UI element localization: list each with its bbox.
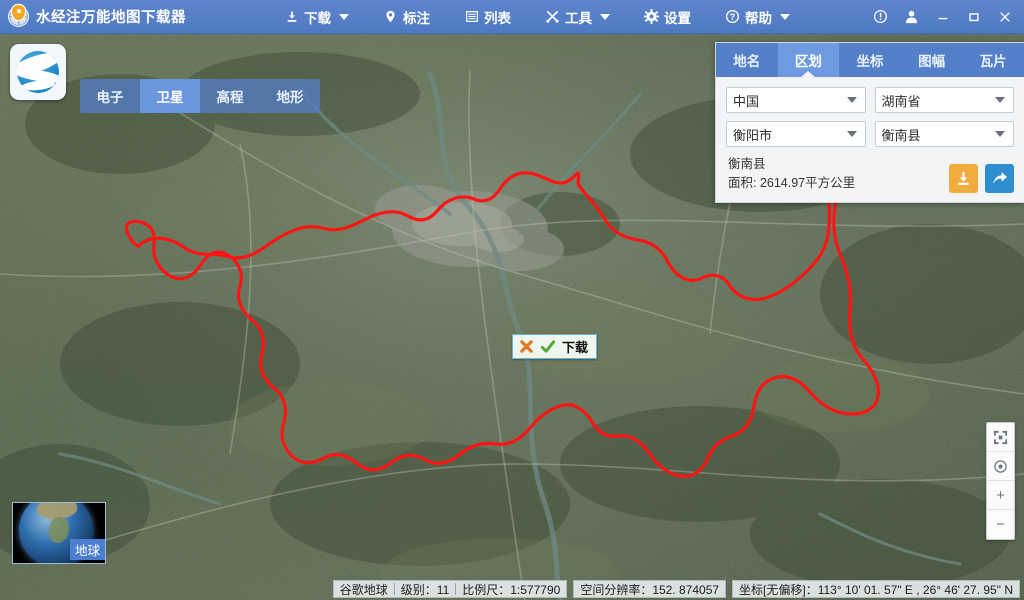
status-resolution-group: 空间分辨率：152. 874057 [573, 580, 727, 598]
region-download-button[interactable] [949, 164, 978, 193]
list-icon [464, 9, 479, 24]
chevron-down-icon [846, 131, 857, 137]
map-controls[interactable]: + − [986, 422, 1015, 540]
province-select[interactable]: 湖南省 [874, 87, 1014, 113]
zoom-in-icon[interactable]: + [987, 481, 1014, 510]
layer-tab-terrain[interactable]: 地形 [260, 79, 320, 113]
layer-tab-satellite[interactable]: 卫星 [140, 79, 200, 113]
region-info-text: 衡南县 面积: 2614.97平方公里 [726, 155, 855, 193]
status-source-group: 谷歌地球 级别：11 比例尺：1:577790 [332, 580, 568, 598]
application-window: 电子 卫星 高程 地形 下载 地球 + − 地名 区划 坐标 图幅 瓦片 中国 … [0, 0, 1024, 600]
status-coordinates: 坐标[无偏移]：113° 10' 01. 57" E , 26° 46' 27.… [739, 582, 1013, 597]
gear-icon [644, 9, 659, 24]
status-source: 谷歌地球 [339, 582, 388, 597]
county-select-value: 衡南县 [881, 127, 921, 143]
minimize-button[interactable] [927, 2, 958, 32]
chevron-down-icon [995, 131, 1005, 137]
status-level: 级别：11 [400, 582, 450, 597]
zoom-out-icon[interactable]: − [987, 510, 1014, 539]
menu-list[interactable]: 列表 [460, 4, 515, 30]
locate-target-icon[interactable] [987, 452, 1014, 481]
region-area: 面积: 2614.97平方公里 [728, 176, 856, 190]
region-select-row-1: 中国 湖南省 [726, 87, 1014, 113]
county-select[interactable]: 衡南县 [874, 121, 1014, 147]
menu-annotation[interactable]: 标注 [379, 4, 434, 30]
region-panel-tabs[interactable]: 地名 区划 坐标 图幅 瓦片 [716, 43, 1024, 77]
menu-download-label: 下载 [304, 10, 331, 26]
region-panel-body: 中国 湖南省 衡阳市 衡南县 衡南县 面积: 2614.97平方公里 [716, 77, 1024, 202]
city-select-value: 衡阳市 [733, 127, 773, 143]
chevron-down-icon [846, 97, 857, 103]
menu-annotation-label: 标注 [403, 10, 430, 26]
user-account-button[interactable] [896, 2, 927, 32]
cancel-cross-icon[interactable] [519, 339, 534, 354]
city-select[interactable]: 衡阳市 [726, 121, 866, 147]
panel-tab-district[interactable]: 区划 [777, 43, 840, 77]
status-resolution: 空间分辨率：152. 874057 [580, 582, 720, 597]
download-confirm-popup[interactable]: 下载 [512, 334, 598, 359]
menu-tools-label: 工具 [565, 10, 592, 26]
province-select-value: 湖南省 [881, 93, 921, 109]
menu-settings[interactable]: 设置 [640, 4, 695, 30]
layer-tab-electronic[interactable]: 电子 [80, 79, 140, 113]
download-popup-label: 下载 [562, 340, 589, 355]
layer-tab-elevation[interactable]: 高程 [200, 79, 260, 113]
menu-help[interactable]: ? 帮助 [721, 4, 794, 30]
fit-extent-icon[interactable] [987, 423, 1014, 452]
info-button[interactable] [865, 2, 896, 32]
menu-settings-label: 设置 [664, 10, 691, 26]
download-icon [284, 9, 299, 24]
share-arrow-icon [993, 172, 1007, 184]
menu-help-label: 帮助 [745, 10, 772, 26]
tools-icon [545, 9, 560, 24]
google-earth-logo-icon[interactable] [10, 44, 66, 100]
region-select-row-2: 衡阳市 衡南县 [726, 121, 1014, 147]
chevron-down-icon [780, 13, 790, 20]
app-title: 水经注万能地图下载器 [36, 10, 186, 26]
globe-thumbnail[interactable]: 地球 [12, 502, 106, 564]
download-tray-icon [958, 172, 969, 185]
map-pin-icon [383, 9, 398, 24]
chevron-down-icon [995, 97, 1005, 103]
menu-download[interactable]: 下载 [280, 4, 353, 30]
svg-text:?: ? [730, 12, 735, 22]
map-canvas[interactable]: 电子 卫星 高程 地形 下载 地球 + − 地名 区划 坐标 图幅 瓦片 中国 … [0, 34, 1024, 600]
chevron-down-icon [339, 13, 349, 20]
region-info: 衡南县 面积: 2614.97平方公里 [726, 155, 1014, 193]
maximize-button[interactable] [958, 2, 989, 32]
status-scale: 比例尺：1:577790 [462, 582, 561, 597]
menu-bar[interactable]: 下载 标注 列表 工具 设置 ? 帮助 [270, 4, 865, 30]
menu-tools[interactable]: 工具 [541, 4, 614, 30]
status-bar: 谷歌地球 级别：11 比例尺：1:577790 空间分辨率：152. 87405… [0, 578, 1024, 600]
status-coordinates-group: 坐标[无偏移]：113° 10' 01. 57" E , 26° 46' 27.… [732, 580, 1020, 598]
region-share-button[interactable] [985, 164, 1014, 193]
panel-tab-placename[interactable]: 地名 [716, 43, 778, 77]
panel-tab-mapsheet[interactable]: 图幅 [901, 43, 963, 77]
globe-marker-logo-icon [8, 5, 29, 27]
region-panel[interactable]: 地名 区划 坐标 图幅 瓦片 中国 湖南省 衡阳市 衡南县 衡南县 面积: 26… [715, 42, 1024, 203]
country-select-value: 中国 [733, 93, 760, 109]
close-button[interactable] [989, 2, 1020, 32]
menu-list-label: 列表 [484, 10, 511, 26]
confirm-check-icon[interactable] [540, 339, 556, 354]
help-circle-icon: ? [725, 9, 740, 24]
app-brand: 水经注万能地图下载器 [0, 5, 270, 27]
map-layer-tabs[interactable]: 电子 卫星 高程 地形 [80, 79, 320, 113]
region-name: 衡南县 [728, 157, 766, 171]
window-controls[interactable] [865, 2, 1024, 32]
region-action-buttons [949, 164, 1014, 193]
title-bar: 水经注万能地图下载器 下载 标注 列表 工具 设置 ? 帮助 [0, 0, 1024, 34]
globe-thumbnail-label: 地球 [69, 539, 105, 560]
panel-tab-coordinate[interactable]: 坐标 [839, 43, 901, 77]
country-select[interactable]: 中国 [726, 87, 866, 113]
chevron-down-icon [600, 13, 610, 20]
panel-tab-tile[interactable]: 瓦片 [962, 43, 1024, 77]
